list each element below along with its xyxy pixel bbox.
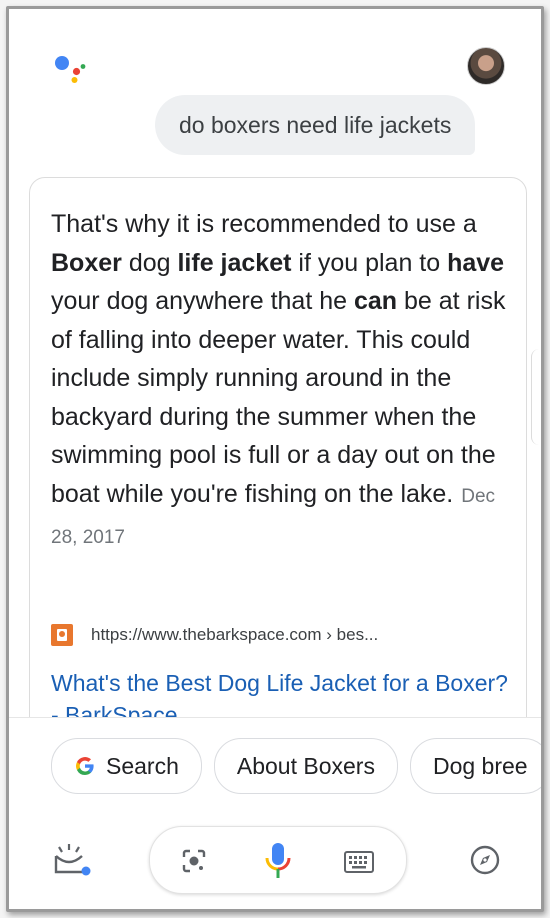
- chip-label: Dog bree: [432, 752, 528, 779]
- user-query-bubble: do boxers need life jackets: [155, 95, 476, 155]
- bottom-panel: Search About Boxers Dog bree: [9, 717, 541, 909]
- chip-about-boxers[interactable]: About Boxers: [213, 738, 398, 794]
- chip-search[interactable]: Search: [51, 738, 202, 794]
- chip-label: Search: [106, 752, 179, 779]
- snapshot-icon[interactable]: [53, 842, 93, 876]
- google-assistant-logo: [55, 56, 86, 83]
- source-url[interactable]: https://www.thebarkspace.com › bes...: [91, 625, 378, 645]
- compass-icon[interactable]: [469, 844, 501, 876]
- chip-dog-breeds[interactable]: Dog bree: [409, 738, 541, 794]
- lens-icon[interactable]: [180, 847, 208, 875]
- microphone-icon[interactable]: [262, 841, 294, 881]
- answer-text: That's why it is recommended to use a Bo…: [51, 210, 506, 548]
- result-link[interactable]: What's the Best Dog Life Jacket for a Bo…: [51, 667, 511, 719]
- chip-label: About Boxers: [236, 752, 375, 779]
- source-row[interactable]: https://www.thebarkspace.com › bes...: [51, 623, 378, 647]
- input-toolbar: [149, 826, 407, 894]
- keyboard-icon[interactable]: [344, 851, 374, 873]
- profile-avatar[interactable]: [467, 47, 505, 85]
- suggestion-chips: Search About Boxers Dog bree: [51, 738, 541, 794]
- site-favicon-icon: [51, 624, 73, 646]
- google-g-icon: [76, 757, 94, 775]
- assistant-screen: do boxers need life jackets That's why i…: [6, 6, 544, 912]
- scroll-indicator: [531, 349, 541, 445]
